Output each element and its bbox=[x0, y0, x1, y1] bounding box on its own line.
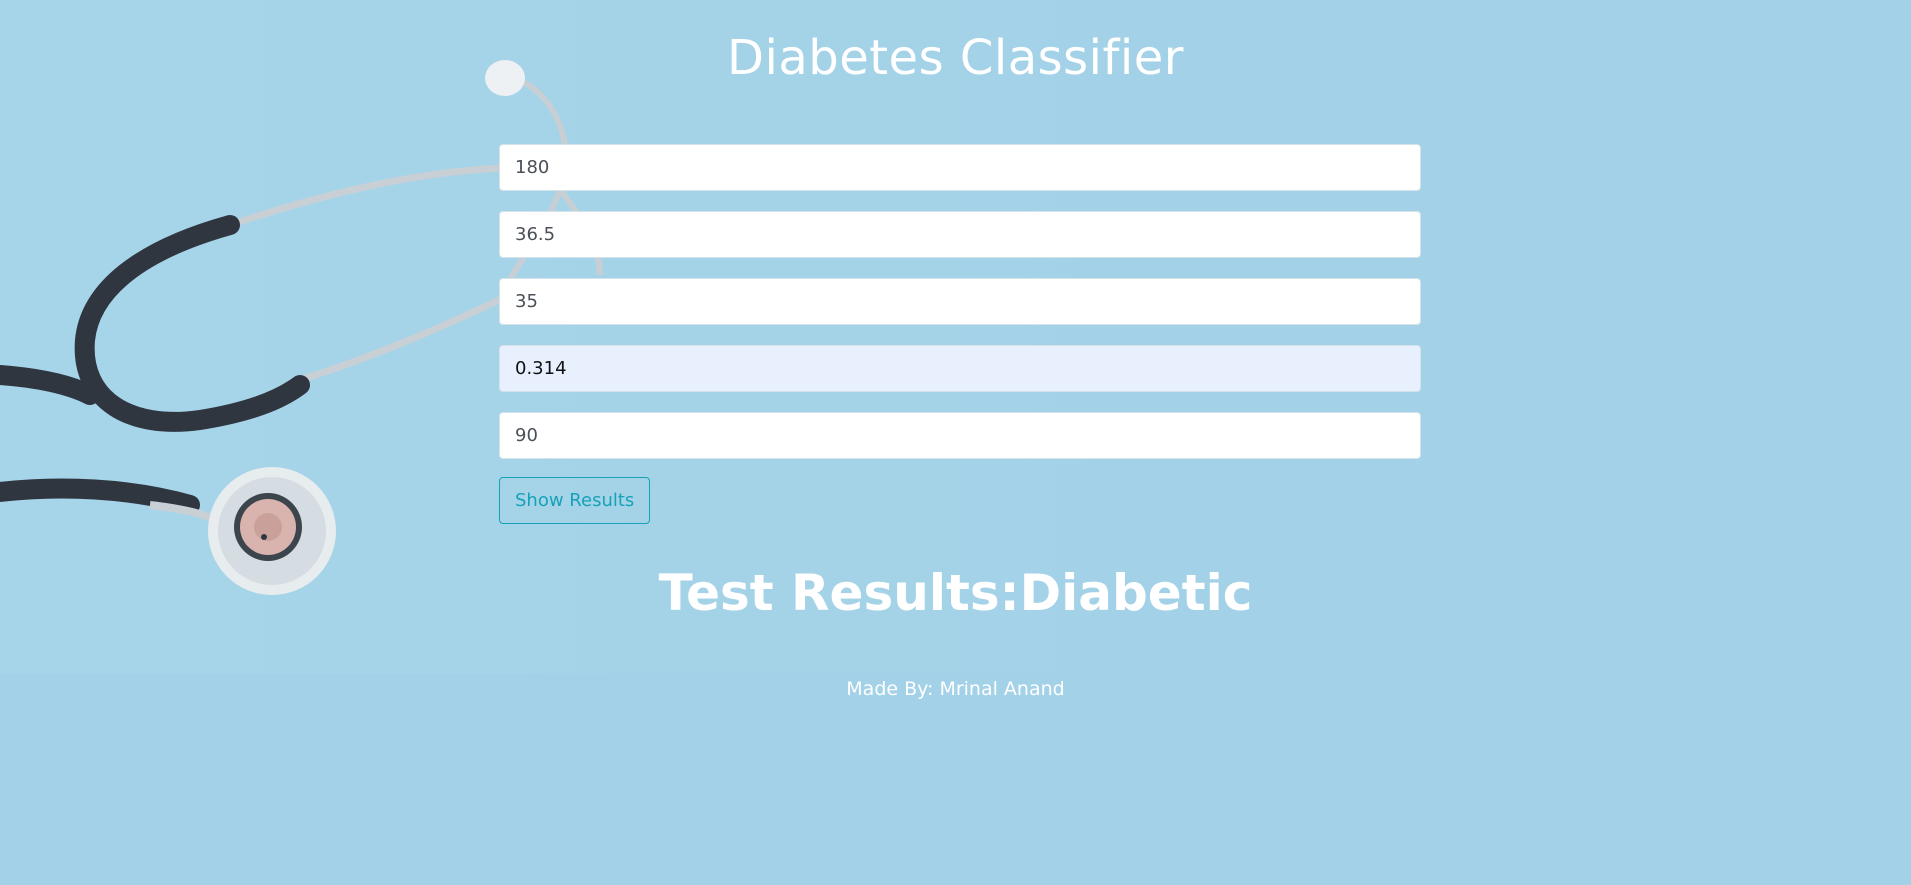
footer-credit: Made By: Mrinal Anand bbox=[846, 678, 1065, 700]
test-results-heading: Test Results:Diabetic bbox=[0, 564, 1911, 622]
page-title: Diabetes Classifier bbox=[727, 30, 1184, 86]
input-field-1[interactable] bbox=[499, 144, 1421, 191]
input-field-2[interactable] bbox=[499, 211, 1421, 258]
input-field-3[interactable] bbox=[499, 278, 1421, 325]
prediction-form: Show Results bbox=[499, 144, 1421, 524]
test-results-value: Diabetic bbox=[1019, 564, 1253, 622]
show-results-button[interactable]: Show Results bbox=[499, 477, 651, 524]
input-field-5[interactable] bbox=[499, 412, 1421, 459]
test-results-label: Test Results: bbox=[658, 564, 1020, 622]
input-field-4[interactable] bbox=[499, 345, 1421, 392]
